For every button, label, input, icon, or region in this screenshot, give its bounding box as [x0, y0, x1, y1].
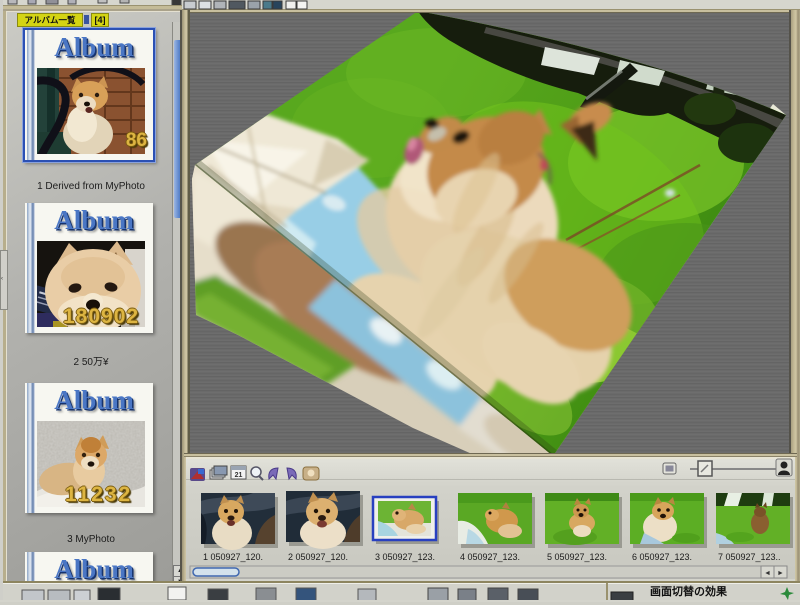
- svg-text:2 050927_120.: 2 050927_120.: [288, 552, 348, 562]
- svg-text:21: 21: [235, 472, 243, 479]
- svg-text:3 050927_123.: 3 050927_123.: [375, 552, 435, 562]
- svg-text:1 050927_120.: 1 050927_120.: [203, 552, 263, 562]
- svg-text:◄: ◄: [764, 570, 771, 577]
- svg-text:4 050927_123.: 4 050927_123.: [460, 552, 520, 562]
- svg-text:画面切替の効果: 画面切替の効果: [650, 584, 727, 598]
- svg-text:►: ►: [777, 570, 784, 577]
- svg-text:6 050927_123.: 6 050927_123.: [632, 552, 692, 562]
- svg-text:5 050927_123.: 5 050927_123.: [547, 552, 607, 562]
- svg-text:7 050927_123..: 7 050927_123..: [718, 552, 781, 562]
